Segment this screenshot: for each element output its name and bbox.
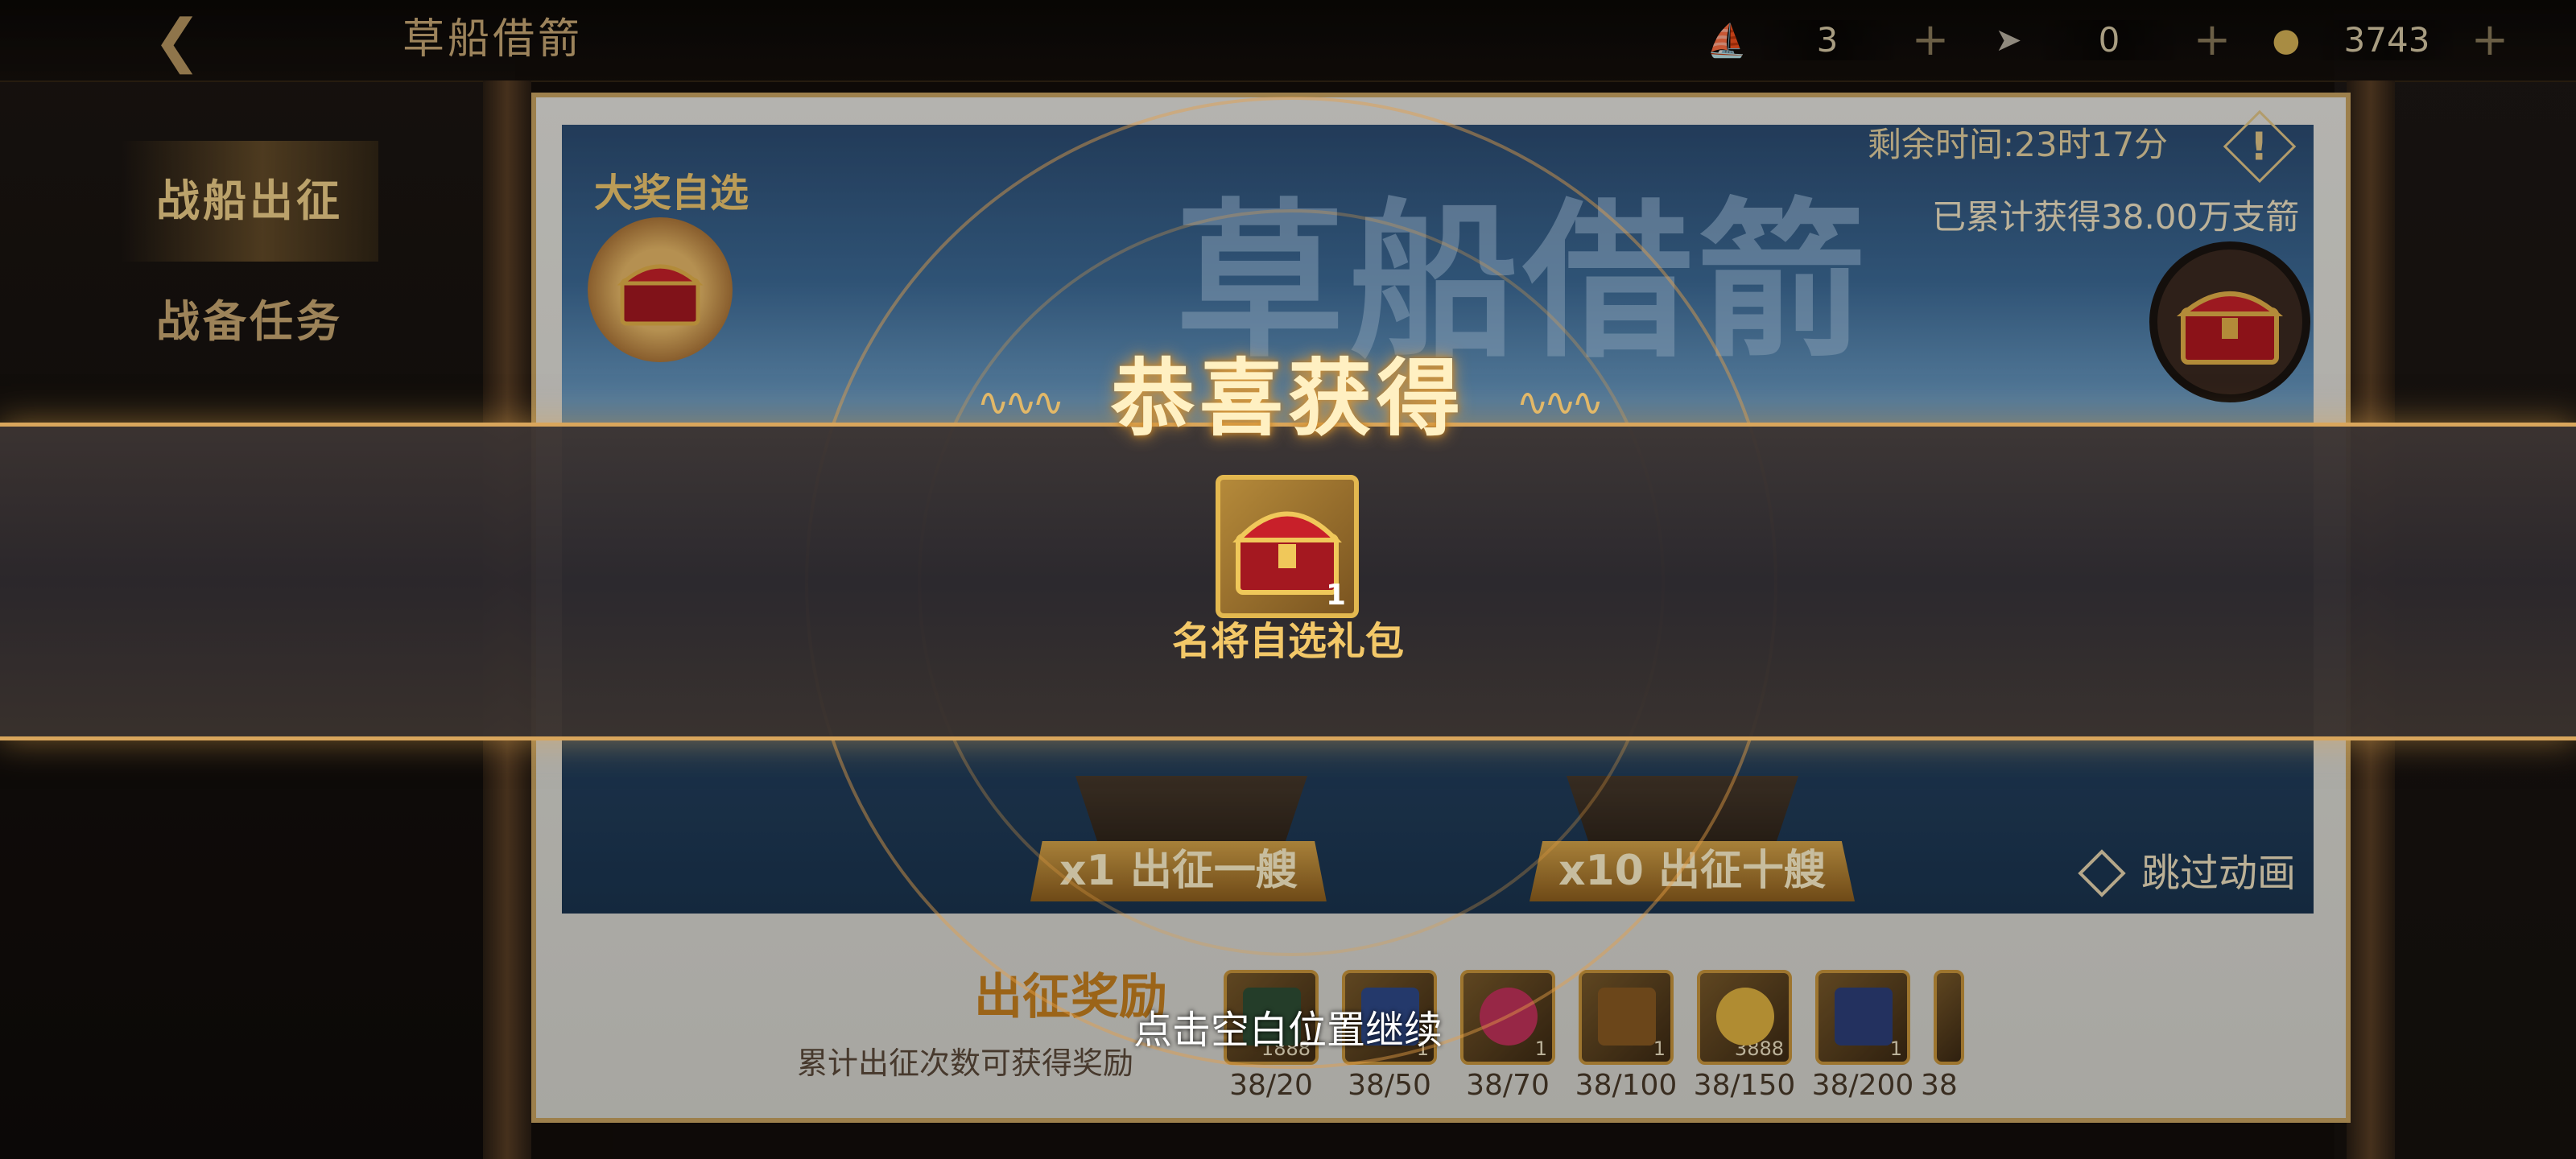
prize-item[interactable]: 1 bbox=[1216, 475, 1359, 618]
popup-title: 恭喜获得 bbox=[1110, 349, 1465, 448]
cloud-ornament-right: ∿∿∿ bbox=[1516, 380, 1604, 425]
prize-name: 名将自选礼包 bbox=[1171, 619, 1404, 664]
prize-count: 1 bbox=[1325, 579, 1346, 612]
cloud-ornament-left: ∿∿∿ bbox=[976, 380, 1065, 425]
continue-hint: 点击空白位置继续 bbox=[1133, 1008, 1443, 1053]
